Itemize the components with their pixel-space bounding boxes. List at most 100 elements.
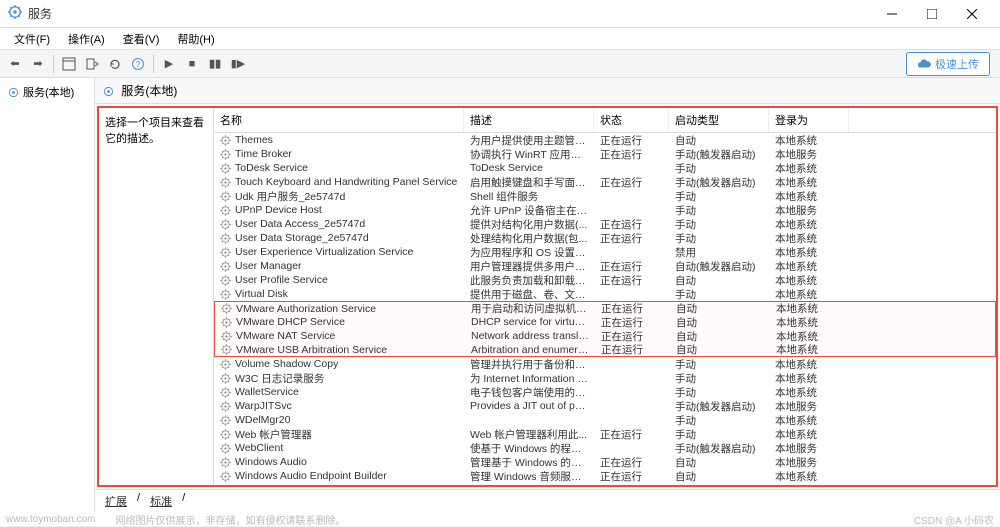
service-name: Web 帐户管理器 xyxy=(214,427,464,442)
service-row[interactable]: WDelMgr20手动本地系统 xyxy=(214,413,996,427)
column-startup[interactable]: 启动类型 xyxy=(669,108,769,132)
service-logon: 本地系统 xyxy=(770,315,850,330)
service-name: VMware Authorization Service xyxy=(215,303,465,315)
service-name: WebClient xyxy=(214,442,464,454)
separator xyxy=(153,55,154,73)
service-row[interactable]: User Data Access_2e5747d提供对结构化用户数据(...正在… xyxy=(214,217,996,231)
service-startup: 自动 xyxy=(669,469,769,484)
close-button[interactable] xyxy=(952,0,992,28)
tab-standard[interactable]: 标准 xyxy=(146,492,176,510)
content-area: 服务(本地) 选择一个项目来查看它的描述。 名称 描述 状态 启动类型 登录为 … xyxy=(95,78,1000,512)
service-name: W3C 日志记录服务 xyxy=(214,371,464,386)
refresh-button[interactable] xyxy=(104,53,126,75)
service-row[interactable]: WarpJITSvcProvides a JIT out of pro...手动… xyxy=(214,399,996,413)
service-row[interactable]: User Experience Virtualization Service为应… xyxy=(214,245,996,259)
service-row[interactable]: Web 帐户管理器Web 帐户管理器利用此...正在运行手动本地系统 xyxy=(214,427,996,441)
service-name: Virtual Disk xyxy=(214,288,464,300)
service-row[interactable]: User Profile Service此服务负责加载和卸载用...正在运行自动… xyxy=(214,273,996,287)
gear-icon xyxy=(221,344,232,355)
service-list[interactable]: 名称 描述 状态 启动类型 登录为 Themes为用户提供使用主题管理...正在… xyxy=(214,108,996,485)
service-startup: 手动(触发器启动) xyxy=(669,483,769,486)
maximize-button[interactable] xyxy=(912,0,952,28)
stop-button[interactable]: ■ xyxy=(181,53,203,75)
gear-icon xyxy=(220,289,231,300)
column-logon[interactable]: 登录为 xyxy=(769,108,849,132)
export-button[interactable] xyxy=(81,53,103,75)
start-button[interactable]: ▶ xyxy=(158,53,180,75)
services-icon xyxy=(8,5,22,22)
service-row[interactable]: VMware DHCP ServiceDHCP service for virt… xyxy=(214,315,996,329)
service-desc: 为应用程序和 OS 设置漫... xyxy=(464,245,594,260)
service-row[interactable]: VMware NAT ServiceNetwork address transl… xyxy=(214,329,996,343)
service-startup: 自动 xyxy=(669,273,769,288)
service-logon: 本地服务 xyxy=(769,203,849,218)
pause-button[interactable]: ▮▮ xyxy=(204,53,226,75)
restart-button[interactable]: ▮▶ xyxy=(227,53,249,75)
menu-operation[interactable]: 操作(A) xyxy=(60,29,113,49)
column-status[interactable]: 状态 xyxy=(594,108,669,132)
tabs-footer: 扩展 / 标准 / xyxy=(95,489,1000,512)
toolbar: ⬅ ➡ ? ▶ ■ ▮▮ ▮▶ 极速上传 xyxy=(0,50,1000,78)
service-row[interactable]: WalletService电子钱包客户端使用的主...手动本地系统 xyxy=(214,385,996,399)
service-name: User Data Access_2e5747d xyxy=(214,218,464,230)
service-desc: 此服务负责加载和卸载用... xyxy=(464,273,594,288)
service-row[interactable]: W3C 日志记录服务为 Internet Information S...手动本… xyxy=(214,371,996,385)
gear-icon xyxy=(221,317,232,328)
service-status: 正在运行 xyxy=(594,469,669,484)
service-name: WarpJITSvc xyxy=(214,400,464,412)
service-row[interactable]: Udk 用户服务_2e5747dShell 组件服务手动本地系统 xyxy=(214,189,996,203)
service-startup: 手动(触发器启动) xyxy=(669,175,769,190)
sidebar-item-services[interactable]: 服务(本地) xyxy=(6,82,88,102)
gear-icon xyxy=(220,177,231,188)
service-row[interactable]: Time Broker协调执行 WinRT 应用程...正在运行手动(触发器启动… xyxy=(214,147,996,161)
service-startup: 手动(触发器启动) xyxy=(669,441,769,456)
service-row[interactable]: Windows Audio Endpoint Builder管理 Windows… xyxy=(214,469,996,483)
show-hide-button[interactable] xyxy=(58,53,80,75)
service-row[interactable]: User Data Storage_2e5747d处理结构化用户数据(包...正… xyxy=(214,231,996,245)
service-desc: 使基于 Windows 的程序... xyxy=(464,441,594,456)
forward-button[interactable]: ➡ xyxy=(27,53,49,75)
service-row[interactable]: Windows Audio管理基于 Windows 的程...正在运行自动本地服… xyxy=(214,455,996,469)
service-startup: 手动 xyxy=(669,189,769,204)
service-row[interactable]: UPnP Device Host允许 UPnP 设备宿主在此...手动本地服务 xyxy=(214,203,996,217)
service-logon: 本地系统 xyxy=(769,385,849,400)
upload-button[interactable]: 极速上传 xyxy=(906,52,990,76)
service-desc: ToDesk Service xyxy=(464,162,594,174)
menu-view[interactable]: 查看(V) xyxy=(115,29,168,49)
service-desc: 用于启动和访问虚拟机的... xyxy=(465,301,595,316)
service-row[interactable]: ToDesk ServiceToDesk Service手动本地系统 xyxy=(214,161,996,175)
tab-extended[interactable]: 扩展 xyxy=(101,492,131,510)
menu-help[interactable]: 帮助(H) xyxy=(169,29,222,49)
service-status: 正在运行 xyxy=(595,342,670,357)
help-button[interactable]: ? xyxy=(127,53,149,75)
service-logon: 本地系统 xyxy=(769,273,849,288)
service-row[interactable]: Virtual Disk提供用于磁盘、卷、文件...手动本地系统 xyxy=(214,287,996,301)
service-logon: 本地系统 xyxy=(769,245,849,260)
gear-icon xyxy=(221,331,232,342)
service-row[interactable]: Volume Shadow Copy管理并执行用于备份和其...手动本地系统 xyxy=(214,357,996,371)
service-name: WDelMgr20 xyxy=(214,414,464,426)
column-description[interactable]: 描述 xyxy=(464,108,594,132)
minimize-button[interactable] xyxy=(872,0,912,28)
menubar: 文件(F) 操作(A) 查看(V) 帮助(H) xyxy=(0,28,1000,50)
service-logon: 本地系统 xyxy=(769,371,849,386)
service-row[interactable]: VMware USB Arbitration ServiceArbitratio… xyxy=(214,343,996,357)
svg-text:?: ? xyxy=(136,60,141,69)
service-row[interactable]: WebClient使基于 Windows 的程序...手动(触发器启动)本地服务 xyxy=(214,441,996,455)
service-row[interactable]: User Manager用户管理器提供多用户交...正在运行自动(触发器启动)本… xyxy=(214,259,996,273)
service-startup: 手动 xyxy=(669,357,769,372)
service-status: 正在运行 xyxy=(594,455,669,470)
service-desc: DHCP service for virtual ... xyxy=(465,316,595,328)
service-row[interactable]: Themes为用户提供使用主题管理...正在运行自动本地系统 xyxy=(214,133,996,147)
gear-icon xyxy=(220,191,231,202)
service-desc: Shell 组件服务 xyxy=(464,189,594,204)
service-name: Touch Keyboard and Handwriting Panel Ser… xyxy=(214,176,464,188)
watermark-center: 网络图片仅供展示，非存储，如有侵权请联系删除。 xyxy=(115,512,345,527)
service-row[interactable]: Touch Keyboard and Handwriting Panel Ser… xyxy=(214,175,996,189)
service-status: 正在运行 xyxy=(595,315,670,330)
column-name[interactable]: 名称 xyxy=(214,108,464,132)
service-row[interactable]: VMware Authorization Service用于启动和访问虚拟机的.… xyxy=(214,301,996,315)
menu-file[interactable]: 文件(F) xyxy=(6,29,58,49)
back-button[interactable]: ⬅ xyxy=(4,53,26,75)
service-startup: 手动(触发器启动) xyxy=(669,399,769,414)
